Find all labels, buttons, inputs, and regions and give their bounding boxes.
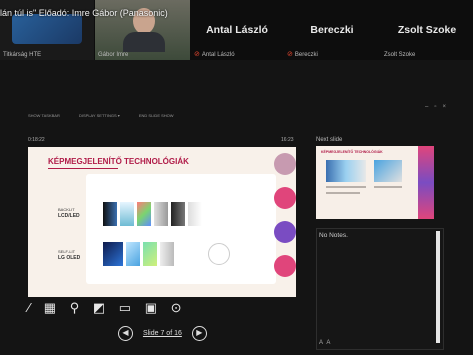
oled-layer-image — [143, 242, 157, 266]
participant-display-name: Bereczki — [310, 24, 354, 36]
mic-muted-icon: ⊘ — [287, 51, 293, 58]
row2-label: SELF-LIT LG OLED — [58, 249, 80, 261]
end-slide-show-button[interactable]: END SLIDE SHOW — [139, 113, 174, 118]
participant-tile-zsolt[interactable]: Zsolt Szoke Zsolt Szoke — [381, 0, 473, 60]
font-size-controls[interactable]: A A — [319, 340, 330, 346]
next-slide-text-line — [326, 186, 366, 188]
row1-tech: LCD/LED — [58, 213, 80, 219]
next-slide-preview[interactable]: KÉPMEGJELENÍTŐ TECHNOLÓGIÁK — [316, 146, 434, 219]
clock: 16:23 — [281, 137, 294, 143]
lcd-layer-image — [188, 202, 202, 226]
zoom-icon[interactable]: ⚲ — [70, 300, 80, 315]
next-slide-label: Next slide — [316, 137, 343, 143]
notes-scrollbar[interactable] — [436, 231, 440, 343]
participant-name: Titkárság HTE — [3, 52, 42, 58]
pen-icon[interactable]: ∕ — [28, 300, 30, 315]
lcd-color-filter-image — [137, 202, 151, 226]
lcd-layer-image — [154, 202, 168, 226]
video-person-body — [123, 32, 165, 52]
speaker-title: lán túl is" Előadó: Imre Gábor (Panasoni… — [0, 8, 168, 18]
slide-tools: ∕ ▦ ⚲ ◩ ▭ ▣ ⊙ — [28, 300, 192, 316]
lcd-layer-image — [171, 202, 185, 226]
next-slide-icon[interactable]: ▶ — [191, 326, 207, 341]
participant-name: Bereczki — [294, 52, 318, 58]
lcd-panel-image — [103, 202, 117, 226]
next-slide-text-line — [374, 186, 402, 188]
slide-indicator[interactable]: Slide 7 of 16 — [143, 330, 182, 337]
oled-panel-image — [103, 242, 123, 266]
grid-icon[interactable]: ▦ — [44, 300, 56, 315]
minimize-icon[interactable]: – — [425, 104, 434, 110]
notes-text: No Notes. — [319, 232, 348, 239]
slide-content-panel — [86, 174, 276, 284]
mic-muted-icon: ⊘ — [194, 51, 200, 58]
lcd-backlight-image — [120, 202, 134, 226]
row1-label: BACKLIT LCD/LED — [58, 207, 80, 219]
more-options-icon[interactable]: ⊙ — [171, 300, 182, 315]
close-icon[interactable]: × — [442, 104, 452, 110]
decorative-circle — [274, 255, 296, 277]
participant-tile-antal[interactable]: Antal László ⊘ Antal László — [191, 0, 283, 60]
annotation-circle — [208, 243, 230, 265]
row2-tech: LG OLED — [58, 255, 81, 261]
notes-pane[interactable]: No Notes. A A — [316, 228, 444, 350]
slide-navigation: ◀ Slide 7 of 16 ▶ — [118, 326, 207, 341]
title-underline — [48, 168, 118, 169]
pointer-icon[interactable]: ◩ — [93, 300, 105, 315]
oled-layer-image — [160, 242, 174, 266]
next-slide-image — [374, 160, 402, 182]
next-slide-deco — [418, 146, 434, 219]
previous-slide-icon[interactable]: ◀ — [118, 326, 133, 341]
current-slide[interactable]: KÉPMEGJELENÍTŐ TECHNOLÓGIÁK BACKLIT LCD/… — [28, 147, 296, 297]
participant-name: Zsolt Szoke — [384, 52, 416, 58]
decorative-circle — [274, 153, 296, 175]
display-settings-button[interactable]: DISPLAY SETTINGS ▾ — [79, 113, 120, 118]
participant-display-name: Zsolt Szoke — [397, 24, 457, 36]
participant-name: Antal László — [201, 52, 235, 58]
next-slide-title: KÉPMEGJELENÍTŐ TECHNOLÓGIÁK — [321, 150, 383, 154]
window-controls: –▫× — [425, 104, 452, 110]
participant-display-name: Antal László — [206, 24, 268, 36]
presenter-toolbar: SHOW TASKBAR DISPLAY SETTINGS ▾ END SLID… — [28, 113, 192, 118]
camera-icon[interactable]: ▣ — [145, 300, 157, 315]
decorative-circle — [274, 221, 296, 243]
participant-strip: Titkárság HTE Gábor Imre Antal László ⊘ A… — [0, 0, 473, 60]
oled-layer-image — [126, 242, 140, 266]
show-taskbar-button[interactable]: SHOW TASKBAR — [28, 113, 60, 118]
participant-tile-bereczki[interactable]: Bereczki ⊘ Bereczki — [284, 0, 380, 60]
next-slide-image — [326, 160, 366, 182]
slide-title: KÉPMEGJELENÍTŐ TECHNOLÓGIÁK — [48, 157, 189, 166]
decorative-circle — [274, 187, 296, 209]
next-slide-text-line — [326, 192, 360, 194]
participant-name: Gábor Imre — [98, 52, 129, 58]
subtitles-icon[interactable]: ▭ — [119, 300, 131, 315]
elapsed-timer: 0:18:22 — [28, 137, 45, 143]
hte-logo — [12, 14, 82, 44]
